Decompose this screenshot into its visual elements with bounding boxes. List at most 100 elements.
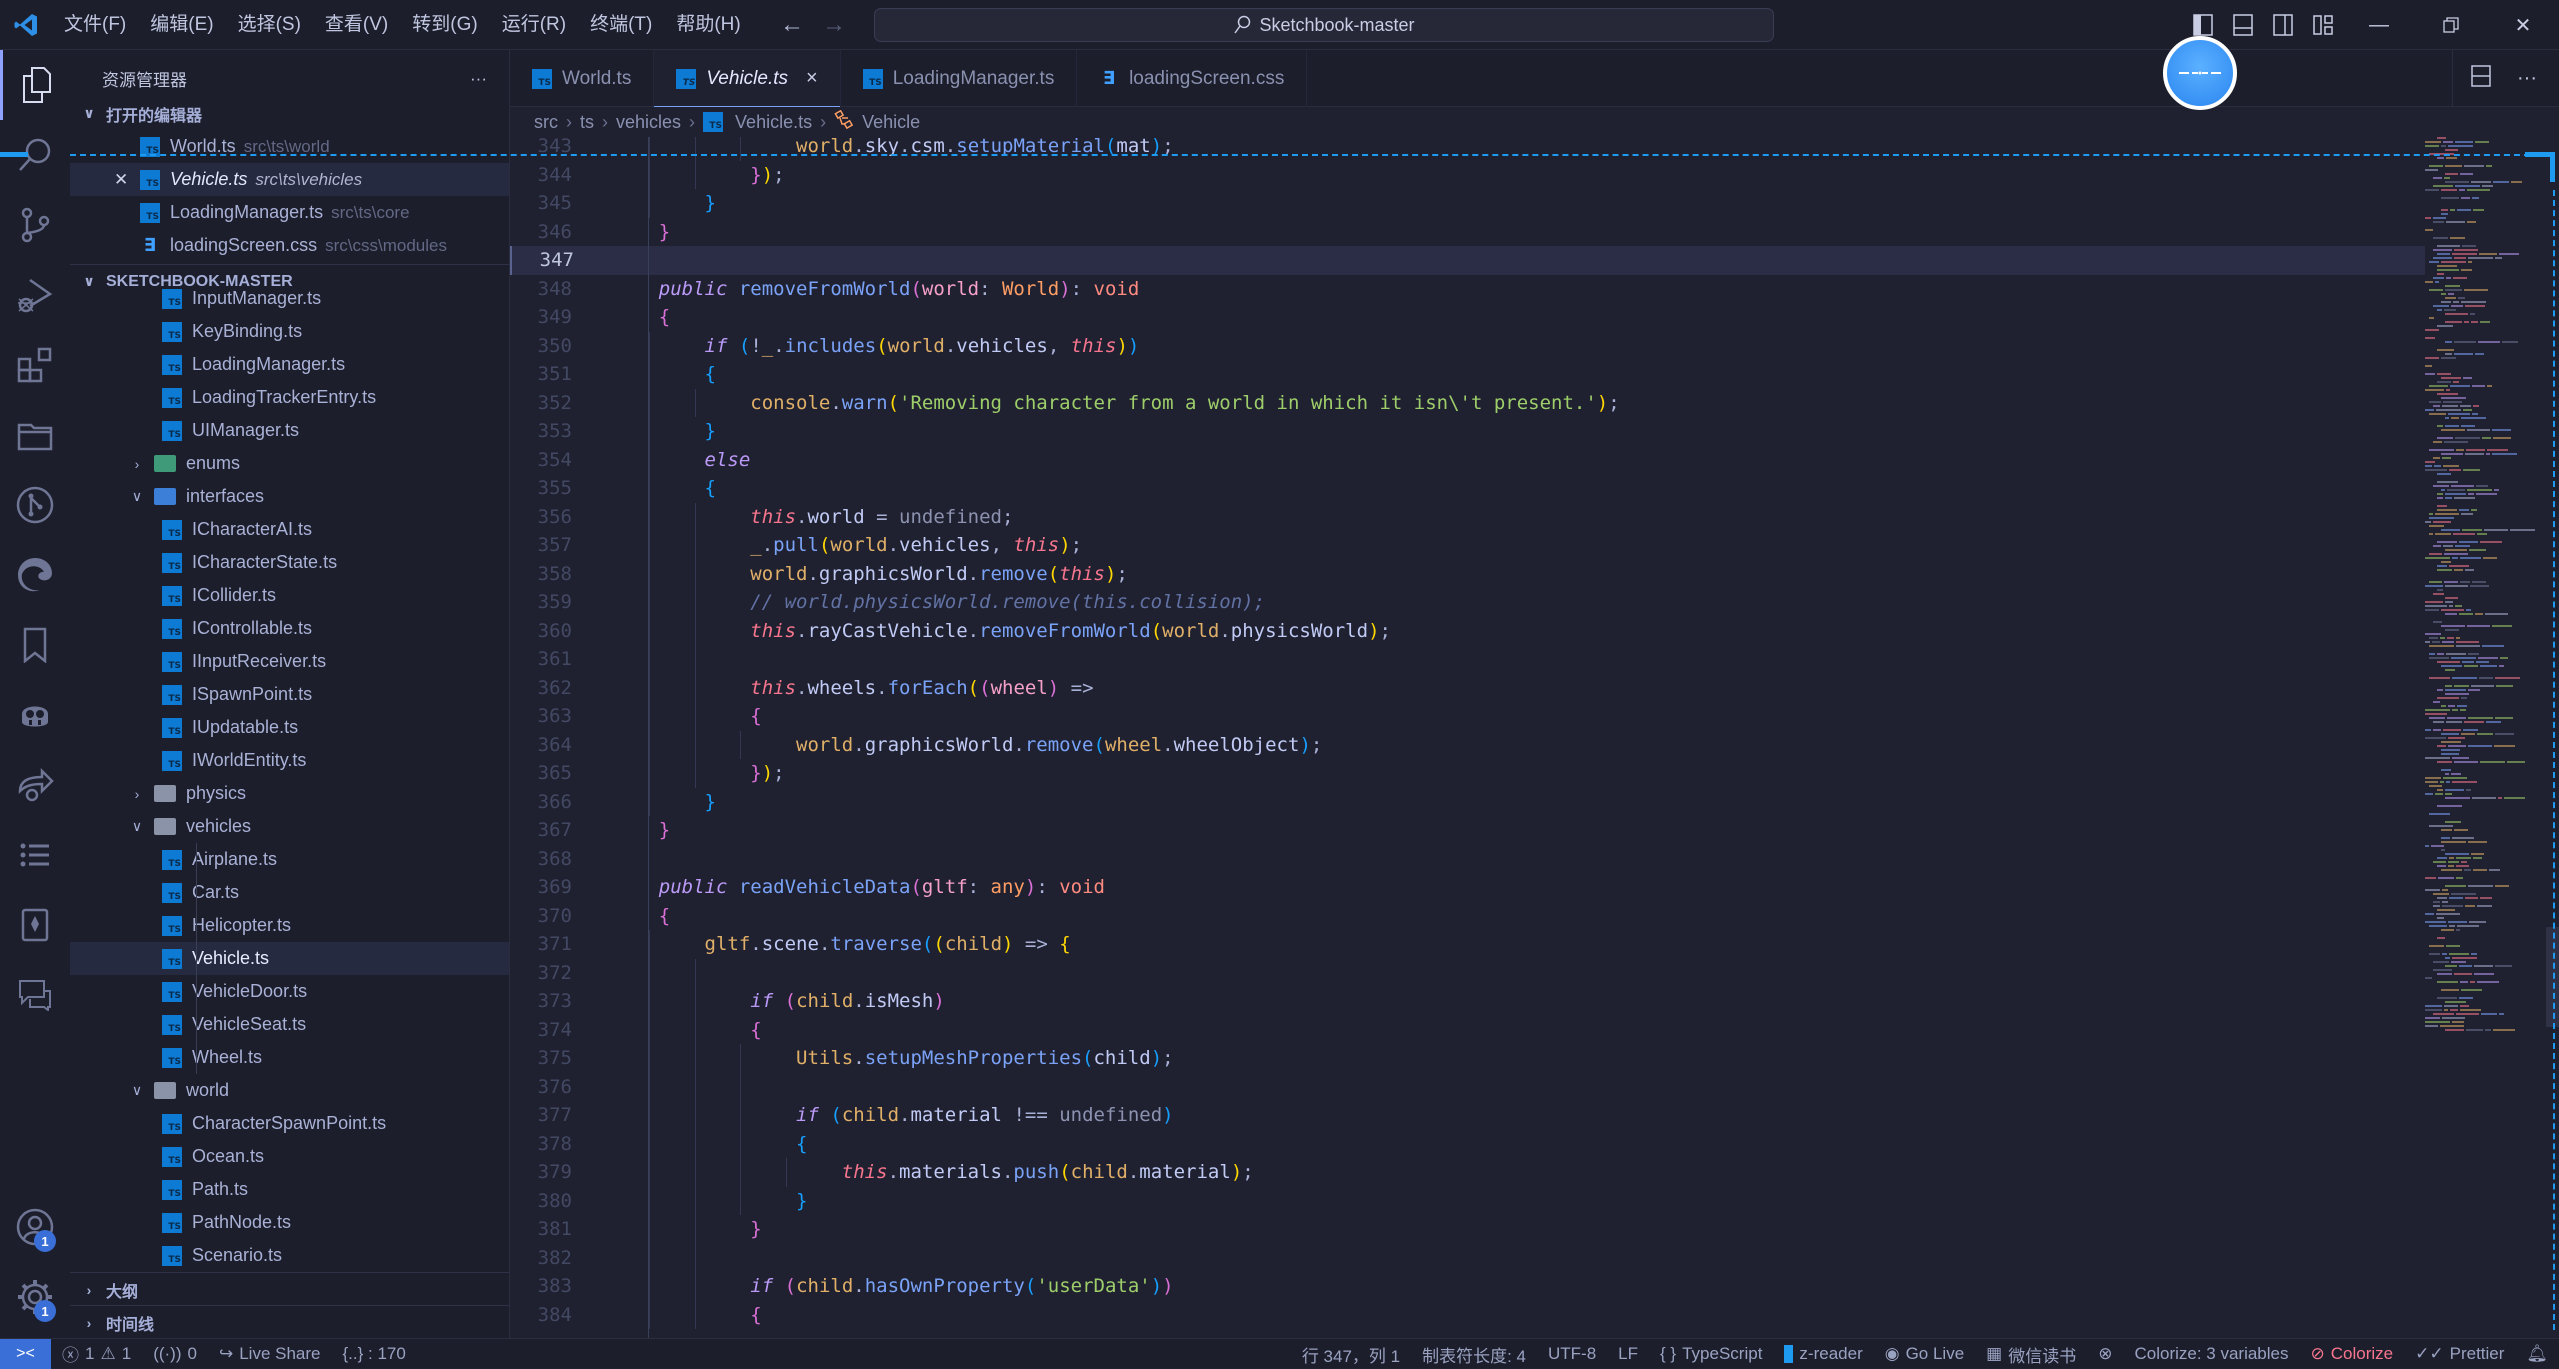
tab-loadingmanager-ts[interactable]: TS LoadingManager.ts: [841, 50, 1078, 107]
tree-file[interactable]: TS ICharacterAI.ts: [70, 513, 509, 546]
floating-assistant-ball[interactable]: [2163, 36, 2237, 110]
tree-file[interactable]: TS Car.ts: [70, 876, 509, 909]
remote-indicator-icon[interactable]: ><: [0, 1338, 51, 1369]
menu-go[interactable]: 转到(G): [400, 0, 489, 50]
tree-folder[interactable]: ∨ world: [70, 1074, 509, 1107]
code-line[interactable]: 362 this.wheels.forEach((wheel) =>: [510, 673, 2425, 702]
prettier-status[interactable]: ✓✓ Prettier: [2404, 1344, 2515, 1364]
tree-file[interactable]: TS Wheel.ts: [70, 1041, 509, 1074]
explorer-more-actions-icon[interactable]: ···: [470, 69, 487, 89]
forward-arrow-icon[interactable]: →: [822, 11, 846, 39]
code-line[interactable]: 347: [510, 246, 2425, 275]
code-line[interactable]: 354 else: [510, 445, 2425, 474]
colorize-variables[interactable]: Colorize: 3 variables: [2123, 1344, 2299, 1364]
toggle-primary-sidebar-icon[interactable]: [2183, 14, 2223, 36]
code-line[interactable]: 346}: [510, 218, 2425, 247]
breadcrumb-file[interactable]: Vehicle.ts: [735, 112, 812, 133]
code-line[interactable]: 359 // world.physicsWorld.remove(this.col…: [510, 588, 2425, 617]
tree-file[interactable]: TS Path.ts: [70, 1173, 509, 1206]
tab-size[interactable]: 制表符长度: 4: [1411, 1342, 1537, 1367]
close-editor-icon[interactable]: ✕: [114, 170, 128, 190]
tree-file[interactable]: TS IInputReceiver.ts: [70, 645, 509, 678]
code-line[interactable]: 378 {: [510, 1129, 2425, 1158]
tree-file[interactable]: TS KeyBinding.ts: [70, 315, 509, 348]
menu-run[interactable]: 运行(R): [490, 0, 578, 50]
code-line[interactable]: 384 {: [510, 1300, 2425, 1329]
code-line[interactable]: 358 world.graphicsWorld.remove(this);: [510, 559, 2425, 588]
outline-list-icon[interactable]: [0, 820, 70, 890]
tree-folder[interactable]: › enums: [70, 447, 509, 480]
tree-file[interactable]: TS Ocean.ts: [70, 1140, 509, 1173]
z-reader-button[interactable]: z-reader: [1773, 1344, 1873, 1364]
tree-file[interactable]: TS IWorldEntity.ts: [70, 744, 509, 777]
breadcrumb-src[interactable]: src: [534, 112, 558, 133]
code-editor[interactable]: 343 world.sky.csm.setupMaterial(mat); 344}…: [510, 137, 2425, 1338]
copilot-icon[interactable]: [0, 680, 70, 750]
go-live-button[interactable]: ◉ Go Live: [1874, 1344, 1975, 1364]
code-line[interactable]: 352 console.warn('Removing character from…: [510, 388, 2425, 417]
menu-edit[interactable]: 编辑(E): [138, 0, 225, 50]
settings-gear-icon[interactable]: 1: [0, 1262, 70, 1332]
code-line[interactable]: 350 if (!_.includes(world.vehicles, this)…: [510, 331, 2425, 360]
tab-loadingscreen-css[interactable]: ∃ loadingScreen.css: [1077, 50, 1308, 107]
tree-file[interactable]: TS VehicleDoor.ts: [70, 975, 509, 1008]
code-line[interactable]: 357 _.pull(world.vehicles, this);: [510, 531, 2425, 560]
tab-world-ts[interactable]: TS World.ts: [510, 50, 655, 107]
menu-view[interactable]: 查看(V): [313, 0, 400, 50]
bracket-info[interactable]: {..} : 170: [332, 1344, 417, 1364]
toggle-panel-icon[interactable]: [2223, 14, 2263, 36]
code-line[interactable]: 373 if (child.isMesh): [510, 987, 2425, 1016]
code-line[interactable]: 361: [510, 645, 2425, 674]
colorize-toggle[interactable]: ⊘ Colorize: [2300, 1344, 2405, 1364]
command-center-search[interactable]: Sketchbook-master: [874, 8, 1774, 42]
tree-file[interactable]: TS Helicopter.ts: [70, 909, 509, 942]
menu-terminal[interactable]: 终端(T): [578, 0, 664, 50]
code-line[interactable]: 366}: [510, 787, 2425, 816]
code-line[interactable]: 376: [510, 1072, 2425, 1101]
code-line[interactable]: 344});: [510, 160, 2425, 189]
tree-file[interactable]: TS Vehicle.ts: [70, 942, 509, 975]
tab-vehicle-ts[interactable]: TS Vehicle.ts ×: [654, 50, 841, 108]
restore-icon[interactable]: [2415, 17, 2487, 33]
git-graph-icon[interactable]: [0, 470, 70, 540]
code-line[interactable]: 369 public readVehicleData(gltf: any): vo…: [510, 873, 2425, 902]
breadcrumb-class[interactable]: Vehicle: [862, 112, 920, 133]
timeline-section[interactable]: › 时间线: [70, 1305, 509, 1338]
open-editors-header[interactable]: ∨ 打开的编辑器: [70, 97, 509, 130]
minimap[interactable]: [2425, 137, 2550, 1338]
code-line[interactable]: 363 {: [510, 702, 2425, 731]
copilot-status[interactable]: ⊗: [2087, 1344, 2123, 1364]
reader-book-icon[interactable]: [0, 890, 70, 960]
bookmarks-icon[interactable]: [0, 610, 70, 680]
project-manager-icon[interactable]: [0, 400, 70, 470]
run-debug-icon[interactable]: [0, 260, 70, 330]
tree-file[interactable]: TS VehicleSeat.ts: [70, 1008, 509, 1041]
tree-file[interactable]: TS ISpawnPoint.ts: [70, 678, 509, 711]
menu-selection[interactable]: 选择(S): [226, 0, 313, 50]
code-line[interactable]: 375 Utils.setupMeshProperties(child);: [510, 1044, 2425, 1073]
code-line[interactable]: 364 world.graphicsWorld.remove(wheel.whee…: [510, 730, 2425, 759]
outline-section[interactable]: › 大纲: [70, 1272, 509, 1306]
accounts-icon[interactable]: 1: [0, 1192, 70, 1262]
code-line[interactable]: 383 if (child.hasOwnProperty('userData')): [510, 1272, 2425, 1301]
tree-folder[interactable]: ∨ interfaces: [70, 480, 509, 513]
cursor-position[interactable]: 行 347，列 1: [1291, 1342, 1411, 1367]
tree-file[interactable]: TS LoadingManager.ts: [70, 348, 509, 381]
open-editor-item[interactable]: ∃ loadingScreen.css src\css\modules: [70, 229, 509, 262]
code-line[interactable]: 377 if (child.material !== undefined): [510, 1101, 2425, 1130]
code-line[interactable]: 367}: [510, 816, 2425, 845]
tree-file[interactable]: TS CharacterSpawnPoint.ts: [70, 1107, 509, 1140]
live-share-button[interactable]: ↪ Live Share: [208, 1344, 332, 1364]
edge-devtools-icon[interactable]: [0, 540, 70, 610]
code-line[interactable]: 368: [510, 845, 2425, 874]
code-line[interactable]: 371 gltf.scene.traverse((child) => {: [510, 930, 2425, 959]
tree-file[interactable]: TS InputManager.ts: [70, 282, 509, 315]
code-line[interactable]: 374 {: [510, 1015, 2425, 1044]
problems-indicator[interactable]: ⓧ 1 ⚠ 1: [51, 1341, 142, 1366]
tree-file[interactable]: TS Airplane.ts: [70, 843, 509, 876]
split-editor-icon[interactable]: [2471, 65, 2491, 92]
ports-indicator[interactable]: ((·)) 0: [142, 1344, 208, 1364]
tree-folder[interactable]: › physics: [70, 777, 509, 810]
tree-folder[interactable]: ∨ vehicles: [70, 810, 509, 843]
notifications-bell-icon[interactable]: 🔔︎: [2515, 1344, 2559, 1364]
